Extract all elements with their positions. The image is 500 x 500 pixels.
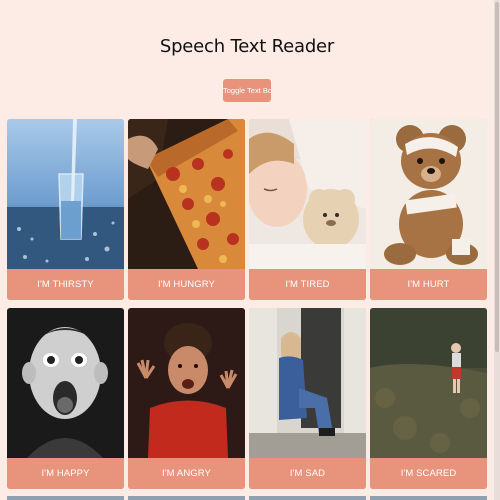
sleeping-child-image	[249, 119, 366, 269]
card-tired[interactable]: I'M TIRED	[249, 119, 366, 300]
card-top-edge	[370, 496, 487, 500]
card-label: I'M THIRSTY	[7, 269, 124, 300]
card-hurt[interactable]: I'M HURT	[370, 119, 487, 300]
next-row-peek	[7, 496, 488, 500]
page-title: Speech Text Reader	[159, 36, 335, 57]
card-label: I'M HURT	[370, 269, 487, 300]
card-label: I'M SAD	[249, 458, 366, 489]
card-happy[interactable]: I'M HAPPY	[7, 308, 124, 489]
card-angry[interactable]: I'M ANGRY	[128, 308, 245, 489]
card-scared[interactable]: I'M SCARED	[370, 308, 487, 489]
vertical-scrollbar[interactable]	[494, 0, 500, 500]
card-label: I'M TIRED	[249, 269, 366, 300]
scrollbar-thumb[interactable]	[495, 2, 499, 352]
card-sad[interactable]: I'M SAD	[249, 308, 366, 489]
card-hungry[interactable]: I'M HUNGRY	[128, 119, 245, 300]
sad-girl-image	[249, 308, 366, 458]
card-thirsty[interactable]: I'M THIRSTY	[7, 119, 124, 300]
card-label: I'M ANGRY	[128, 458, 245, 489]
angry-boy-image	[128, 308, 245, 458]
pizza-image	[128, 119, 245, 269]
card-label: I'M HAPPY	[7, 458, 124, 489]
scared-child-in-woods-image	[370, 308, 487, 458]
glass-of-water-image	[7, 119, 124, 269]
toggle-text-box-button[interactable]: Toggle Text Box	[223, 79, 271, 102]
card-top-edge	[128, 496, 245, 500]
bandaged-teddy-bear-image	[370, 119, 487, 269]
card-label: I'M SCARED	[370, 458, 487, 489]
card-top-edge	[249, 496, 366, 500]
card-top-edge	[7, 496, 124, 500]
card-grid: I'M THIRSTY I'M HUNGRY I'M TIRED I'M HUR…	[7, 119, 488, 489]
excited-boy-image	[7, 308, 124, 458]
page: Speech Text Reader Toggle Text Box I'M T…	[0, 0, 500, 500]
card-label: I'M HUNGRY	[128, 269, 245, 300]
